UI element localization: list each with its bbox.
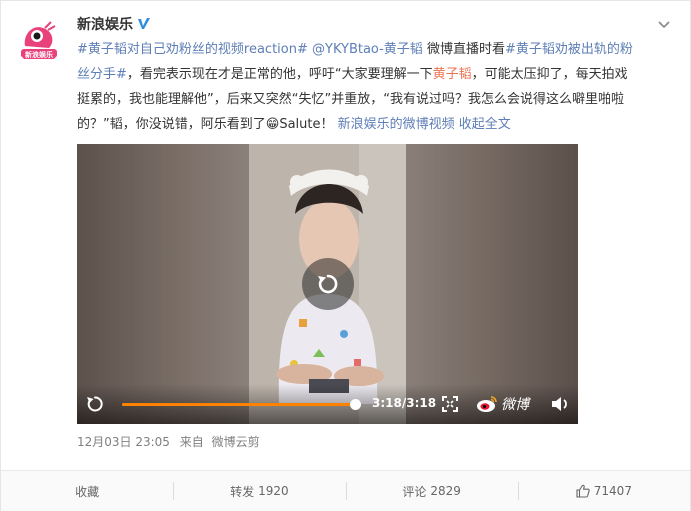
post-link[interactable]: 新浪娱乐的微博视频 xyxy=(338,117,455,132)
replay-icon xyxy=(318,274,338,294)
post-mention-highlight[interactable]: 黄子韬 xyxy=(433,67,472,82)
favorite-label: 收藏 xyxy=(75,484,100,499)
post-text-line-1: #黄子韬对自己劝粉丝的视频reaction# @YKYBtao-黄子韬 微博直播… xyxy=(77,37,667,62)
comment-button[interactable]: 评论 2829 xyxy=(345,471,518,511)
weibo-post-card: 新浪娱乐 新浪娱乐 #黄子韬对自己劝粉丝的视频reaction# @YKYBta… xyxy=(0,0,691,511)
grin-emoji-icon: 😁 xyxy=(265,117,280,132)
svg-text:新浪娱乐: 新浪娱乐 xyxy=(25,50,53,59)
video-player[interactable]: 3:18/3:18 微博 xyxy=(77,144,578,424)
post-link[interactable]: 收起全文 xyxy=(455,117,511,132)
replay-small-icon[interactable] xyxy=(85,394,105,414)
post-source[interactable]: 微博云剪 xyxy=(212,435,260,449)
post-text-span: ，可能太压抑了，每天拍戏 xyxy=(471,67,628,82)
comment-count: 2829 xyxy=(430,484,461,498)
action-bar: 收藏 转发 1920 评论 2829 71407 xyxy=(1,470,690,511)
video-controls: 3:18/3:18 微博 xyxy=(77,384,578,424)
weibo-label: 微博 xyxy=(501,397,529,413)
post-text-span: 微博直播时看 xyxy=(422,42,505,57)
favorite-button[interactable]: 收藏 xyxy=(1,471,173,511)
time-display: 3:18/3:18 xyxy=(372,396,437,410)
repost-label: 转发 xyxy=(230,484,255,499)
post-link[interactable]: #黄子韬对自己劝粉丝的视频reaction# xyxy=(77,42,308,57)
replay-button[interactable] xyxy=(302,258,354,310)
post-text-line-3: 挺累的，我也能理解他”，后来又突然“失忆”并重放，“我有说过吗？我怎么会说得这么… xyxy=(77,92,624,107)
progress-handle[interactable] xyxy=(350,399,361,410)
post-text-span: Salute！ xyxy=(279,117,334,132)
post-time[interactable]: 12月03日 23:05 xyxy=(77,435,170,449)
repost-count: 1920 xyxy=(258,484,289,498)
username[interactable]: 新浪娱乐 xyxy=(77,14,133,34)
post-text-line-4: 的？”韬，你没说错，阿乐看到了😁Salute！ 新浪娱乐的微博视频 收起全文 xyxy=(77,112,667,137)
sina-entertainment-logo-icon: 新浪娱乐 xyxy=(15,16,63,64)
avatar[interactable]: 新浪娱乐 xyxy=(15,16,63,64)
repost-button[interactable]: 转发 1920 xyxy=(173,471,345,511)
weibo-logo[interactable]: 微博 xyxy=(476,394,529,414)
video-blur-right xyxy=(406,144,578,424)
progress-bar[interactable] xyxy=(122,399,361,410)
like-button[interactable]: 71407 xyxy=(517,471,690,511)
video-blur-left xyxy=(77,144,249,424)
like-count: 71407 xyxy=(593,484,632,498)
post-author: 新浪娱乐 xyxy=(77,14,151,34)
post-text-line-2: 丝分手#，看完表示现在才是正常的他，呼吁“大家要理解一下黄子韬，可能太压抑了，每… xyxy=(77,62,667,87)
post-text-span: 的？”韬，你没说错，阿乐看到了 xyxy=(77,117,266,132)
source-prefix: 来自 xyxy=(179,435,204,449)
verified-v-icon xyxy=(138,18,150,29)
post-link[interactable]: 丝分手# xyxy=(77,67,127,82)
progress-fill xyxy=(122,403,355,406)
post-link[interactable]: @YKYBtao-黄子韬 xyxy=(312,42,423,57)
fullscreen-icon[interactable] xyxy=(441,395,459,413)
post-meta: 12月03日 23:05 来自 微博云剪 xyxy=(77,433,260,450)
weibo-eye-icon xyxy=(477,396,497,412)
volume-icon[interactable] xyxy=(550,395,570,413)
post-link[interactable]: #黄子韬劝被出轨的粉 xyxy=(505,42,633,57)
post-text: #黄子韬对自己劝粉丝的视频reaction# @YKYBtao-黄子韬 微博直播… xyxy=(77,37,667,137)
comment-label: 评论 xyxy=(402,484,427,499)
thumbs-up-icon xyxy=(576,484,590,498)
chevron-down-icon[interactable] xyxy=(656,17,672,33)
post-text-span: ，看完表示现在才是正常的他，呼吁“大家要理解一下 xyxy=(126,67,433,82)
